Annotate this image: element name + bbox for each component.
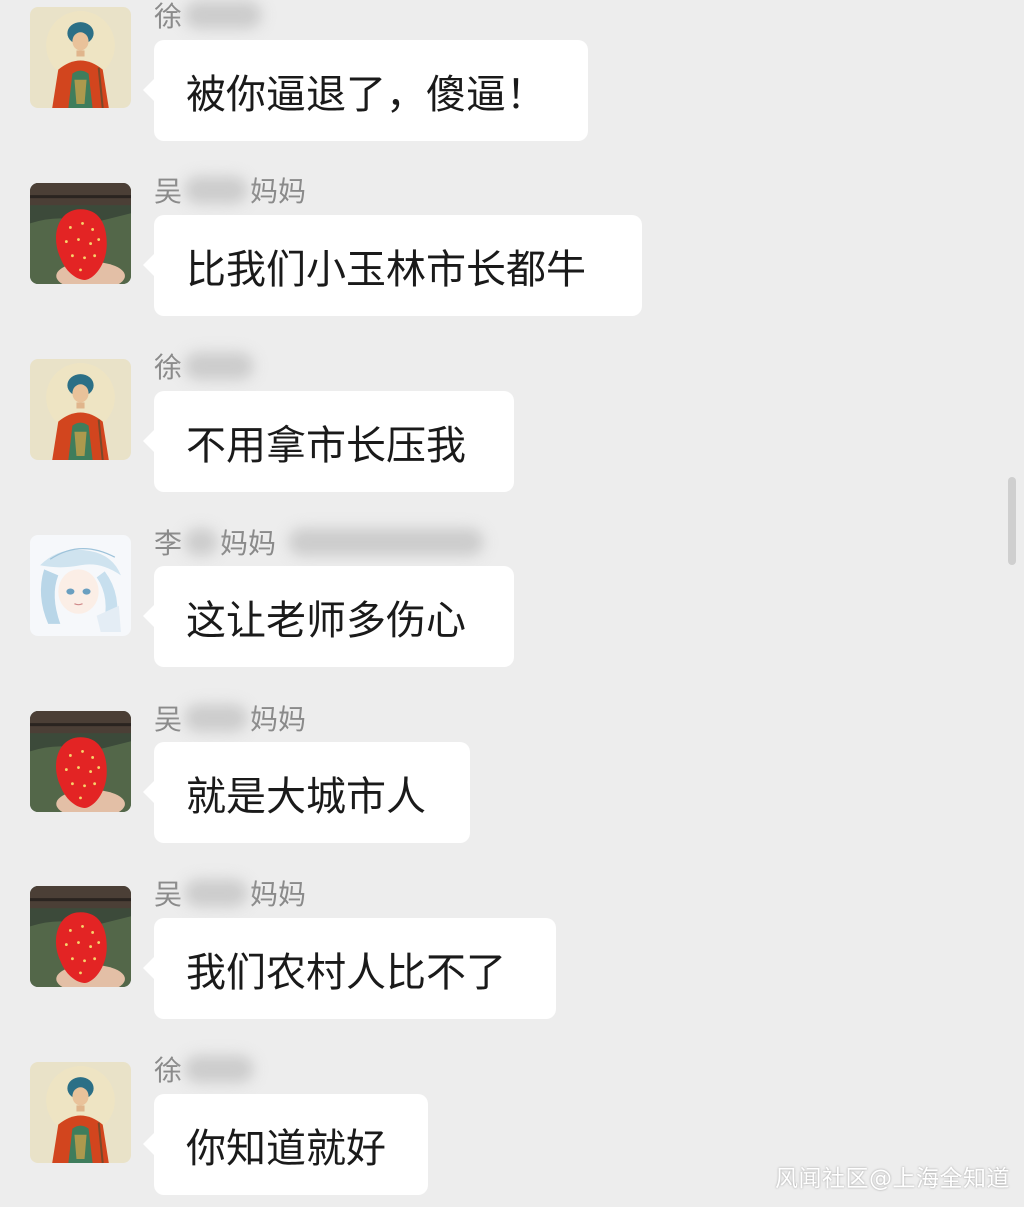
- sender-name-prefix: 李: [154, 527, 183, 560]
- message-bubble[interactable]: 这让老师多伤心: [143, 566, 514, 667]
- sender-name: 吴 妈妈: [154, 701, 307, 736]
- strawberry-avatar-icon: [30, 711, 131, 812]
- sender-name: 李 妈妈: [154, 525, 485, 560]
- avatar[interactable]: [30, 7, 131, 108]
- sender-name-suffix: 妈妈: [250, 175, 307, 208]
- message-bubble[interactable]: 不用拿市长压我: [143, 391, 514, 492]
- message-text: 被你逼退了，傻逼！: [186, 71, 546, 118]
- sender-name-suffix: 妈妈: [250, 703, 307, 736]
- message-text: 这让老师多伤心: [186, 597, 466, 644]
- strawberry-avatar-icon: [30, 886, 131, 987]
- sender-name: 徐: [154, 349, 255, 384]
- message-bubble[interactable]: 比我们小玉林市长都牛: [143, 215, 642, 316]
- redacted-name-blur: [184, 528, 219, 556]
- message-text: 你知道就好: [186, 1125, 386, 1172]
- message-text: 比我们小玉林市长都牛: [186, 246, 586, 293]
- message-text: 就是大城市人: [186, 773, 426, 820]
- sender-name-prefix: 吴: [154, 878, 183, 911]
- avatar[interactable]: [30, 535, 131, 636]
- redacted-name-blur: [184, 879, 249, 907]
- sender-name-prefix: 徐: [154, 1054, 183, 1087]
- sender-name-prefix: 吴: [154, 175, 183, 208]
- redacted-name-blur: [184, 1, 263, 29]
- sender-name: 徐: [154, 0, 263, 33]
- avatar[interactable]: [30, 711, 131, 812]
- redacted-group-nickname-blur: [288, 528, 485, 556]
- avatar[interactable]: [30, 359, 131, 460]
- avatar[interactable]: [30, 1062, 131, 1163]
- sender-name: 吴 妈妈: [154, 173, 307, 208]
- message-bubble[interactable]: 就是大城市人: [143, 742, 470, 843]
- sender-name: 吴 妈妈: [154, 876, 307, 911]
- message-text: 我们农村人比不了: [186, 949, 506, 996]
- sender-name-suffix: 妈妈: [220, 527, 277, 560]
- sender-name-prefix: 吴: [154, 703, 183, 736]
- message-bubble[interactable]: 你知道就好: [143, 1094, 428, 1195]
- avatar[interactable]: [30, 183, 131, 284]
- redacted-name-blur: [184, 176, 249, 204]
- message-text: 不用拿市长压我: [186, 422, 466, 469]
- message-bubble[interactable]: 被你逼退了，傻逼！: [143, 40, 588, 141]
- chat-message-list[interactable]: 徐 被你逼退了，傻逼！ 吴 妈妈 比我们小玉林市长都牛 徐 不用拿市长压我 李 …: [0, 0, 1024, 1207]
- anime-girl-avatar-icon: [30, 535, 131, 636]
- sender-name-prefix: 徐: [154, 0, 183, 33]
- redacted-name-blur: [184, 704, 249, 732]
- buddhist-monk-avatar-icon: [30, 7, 131, 108]
- avatar[interactable]: [30, 886, 131, 987]
- buddhist-monk-avatar-icon: [30, 359, 131, 460]
- sender-name-suffix: 妈妈: [250, 878, 307, 911]
- redacted-name-blur: [184, 1055, 255, 1083]
- sender-name: 徐: [154, 1052, 255, 1087]
- strawberry-avatar-icon: [30, 183, 131, 284]
- sender-name-prefix: 徐: [154, 351, 183, 384]
- scrollbar-thumb[interactable]: [1008, 477, 1016, 565]
- redacted-name-blur: [184, 352, 255, 380]
- watermark: 风闻社区@上海全知道: [775, 1166, 1010, 1192]
- buddhist-monk-avatar-icon: [30, 1062, 131, 1163]
- message-bubble[interactable]: 我们农村人比不了: [143, 918, 556, 1019]
